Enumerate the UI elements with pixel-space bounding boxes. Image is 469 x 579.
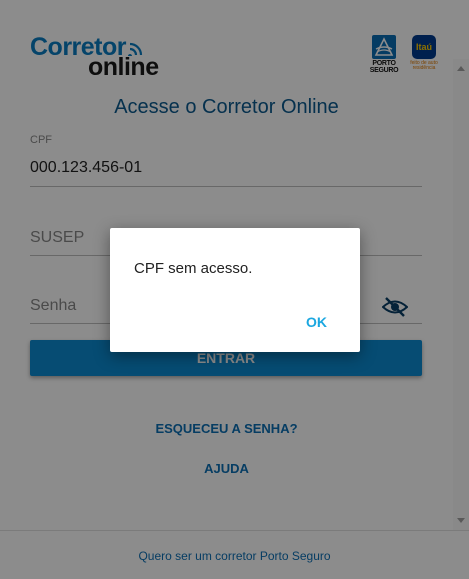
ok-button[interactable]: OK <box>306 314 327 330</box>
dialog-message: CPF sem acesso. <box>134 260 253 277</box>
alert-dialog: CPF sem acesso. OK <box>110 228 360 352</box>
